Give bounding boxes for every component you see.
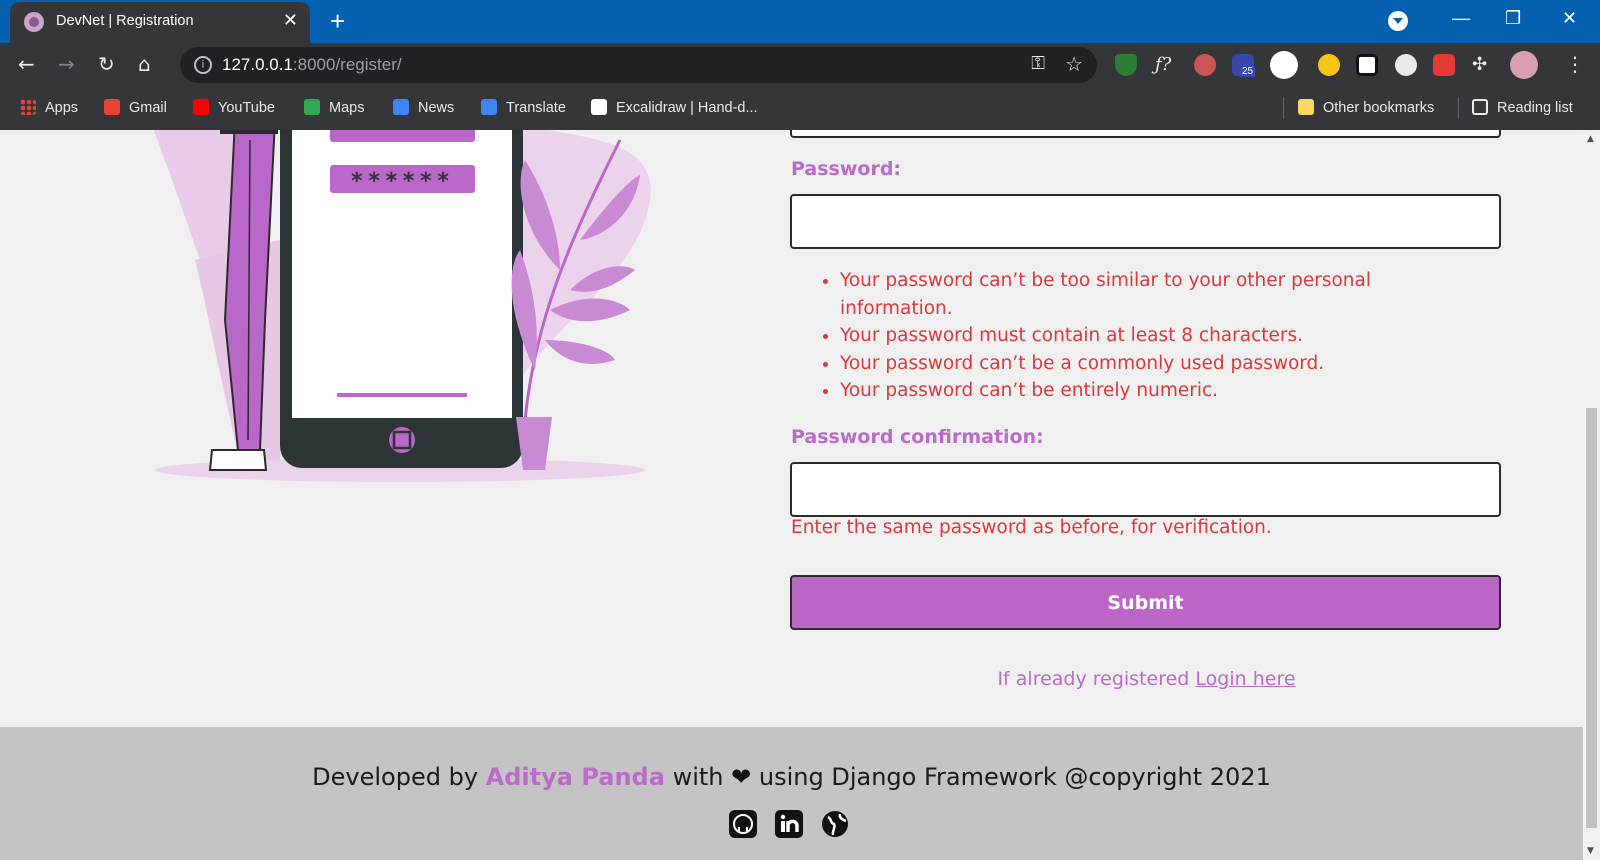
bookmark-news[interactable]: News	[393, 99, 454, 116]
bookmark-youtube[interactable]: YouTube	[193, 99, 275, 116]
glasses-extension-icon[interactable]	[1194, 54, 1216, 76]
submit-button[interactable]: Submit	[790, 575, 1501, 630]
devnet-favicon-icon	[24, 12, 44, 32]
scroll-down-arrow-icon[interactable]: ▼	[1587, 846, 1594, 856]
folder-icon	[1298, 99, 1314, 115]
github-icon[interactable]	[728, 809, 758, 839]
palette-extension-icon[interactable]	[1395, 54, 1417, 76]
address-bar[interactable]: i 127.0.0.1:8000/register/ ⚿ ☆	[180, 47, 1097, 83]
bookmark-translate[interactable]: Translate	[481, 99, 566, 116]
tab-active[interactable]: DevNet | Registration ✕	[10, 2, 310, 43]
formula-extension-icon[interactable]: ƒ?	[1155, 54, 1177, 76]
reading-list-button[interactable]: Reading list	[1472, 99, 1573, 116]
profile-avatar[interactable]	[1510, 51, 1538, 79]
extensions-puzzle-icon[interactable]: ✣	[1472, 54, 1494, 76]
page-footer: Developed by Aditya Panda with ❤ using D…	[0, 727, 1583, 860]
tab-search-icon[interactable]	[1388, 11, 1408, 31]
key-icon[interactable]: ⚿	[1031, 53, 1045, 74]
back-icon[interactable]: ←	[18, 52, 35, 76]
bookmark-excalidraw[interactable]: Excalidraw | Hand-d...	[591, 99, 758, 116]
bookmark-maps[interactable]: Maps	[304, 99, 364, 116]
list-item: Your password can’t be too similar to yo…	[840, 267, 1440, 322]
restore-button[interactable]: ❐	[1505, 8, 1521, 29]
apps-grid-icon	[20, 99, 36, 115]
bookmark-apps[interactable]: Apps	[20, 99, 78, 116]
footer-author-name[interactable]: Aditya Panda	[486, 763, 665, 791]
confirmation-help-text: Enter the same password as before, for v…	[791, 517, 1272, 538]
email-field[interactable]	[790, 130, 1501, 138]
login-link[interactable]: Login here	[1195, 668, 1295, 690]
globe-icon[interactable]	[820, 809, 850, 839]
minimize-button[interactable]: —	[1452, 8, 1470, 29]
password-help-list: Your password can’t be too similar to yo…	[840, 267, 1440, 405]
password-confirmation-input[interactable]	[790, 462, 1501, 517]
extension-badge: 25	[1240, 66, 1256, 77]
bookmark-star-icon[interactable]: ☆	[1065, 52, 1083, 76]
url-text[interactable]: 127.0.0.1:8000/register/	[222, 55, 402, 75]
maps-icon	[304, 99, 320, 115]
close-window-button[interactable]: ✕	[1562, 8, 1577, 29]
tab-strip: DevNet | Registration ✕ + — ❐ ✕	[0, 0, 1600, 43]
bookmark-gmail[interactable]: Gmail	[104, 99, 167, 116]
password-mask-text: ******	[350, 169, 453, 194]
site-info-icon[interactable]: i	[194, 56, 212, 74]
news-icon	[393, 99, 409, 115]
bookmark-other[interactable]: Other bookmarks	[1298, 99, 1434, 116]
tab-title: DevNet | Registration	[56, 13, 194, 29]
password-input[interactable]	[790, 194, 1501, 249]
tab-close-button[interactable]: ✕	[283, 10, 298, 31]
browser-menu-icon[interactable]: ⋮	[1565, 52, 1585, 76]
reading-list-icon	[1472, 99, 1488, 115]
password-label: Password:	[791, 158, 902, 180]
shield-extension-icon[interactable]	[1115, 54, 1137, 76]
list-item: Your password can’t be entirely numeric.	[840, 377, 1440, 405]
youtube-icon	[193, 99, 209, 115]
password-confirmation-label: Password confirmation:	[791, 426, 1044, 448]
red-extension-icon[interactable]	[1433, 54, 1455, 76]
list-item: Your password can’t be a commonly used p…	[840, 350, 1440, 378]
login-prompt: If already registered Login here	[997, 668, 1296, 690]
browser-toolbar: ← → ↻ ⌂ i 127.0.0.1:8000/register/ ⚿ ☆ ƒ…	[0, 43, 1600, 87]
login-phone-illustration: ******	[153, 130, 651, 482]
list-item: Your password must contain at least 8 ch…	[840, 322, 1440, 350]
yellow-extension-icon[interactable]	[1318, 54, 1340, 76]
cookie-extension-icon[interactable]	[1270, 51, 1298, 79]
new-tab-button[interactable]: +	[330, 6, 345, 37]
forward-icon[interactable]: →	[58, 52, 75, 76]
page-viewport: ****** Password: Your password can’t be …	[0, 130, 1583, 860]
heart-icon: ❤	[731, 763, 752, 791]
translate-icon	[481, 99, 497, 115]
reload-icon[interactable]: ↻	[98, 52, 115, 76]
gmail-icon	[104, 99, 120, 115]
linkedin-icon[interactable]	[774, 809, 804, 839]
footer-credit: Developed by Aditya Panda with ❤ using D…	[312, 763, 1271, 791]
bookmark-separator	[1283, 97, 1284, 119]
scroll-up-arrow-icon[interactable]: ▲	[1587, 134, 1594, 144]
bookmarks-bar: Apps Gmail YouTube Maps News Translate E…	[0, 87, 1600, 130]
home-icon[interactable]: ⌂	[138, 52, 151, 76]
excalidraw-icon	[591, 99, 607, 115]
page-scrollbar[interactable]: ▲ ▼	[1583, 130, 1600, 860]
scrollbar-thumb[interactable]	[1586, 408, 1597, 828]
bookmark-separator	[1458, 97, 1459, 119]
notion-extension-icon[interactable]	[1356, 54, 1378, 76]
hat-extension-icon[interactable]: 25	[1232, 54, 1256, 77]
